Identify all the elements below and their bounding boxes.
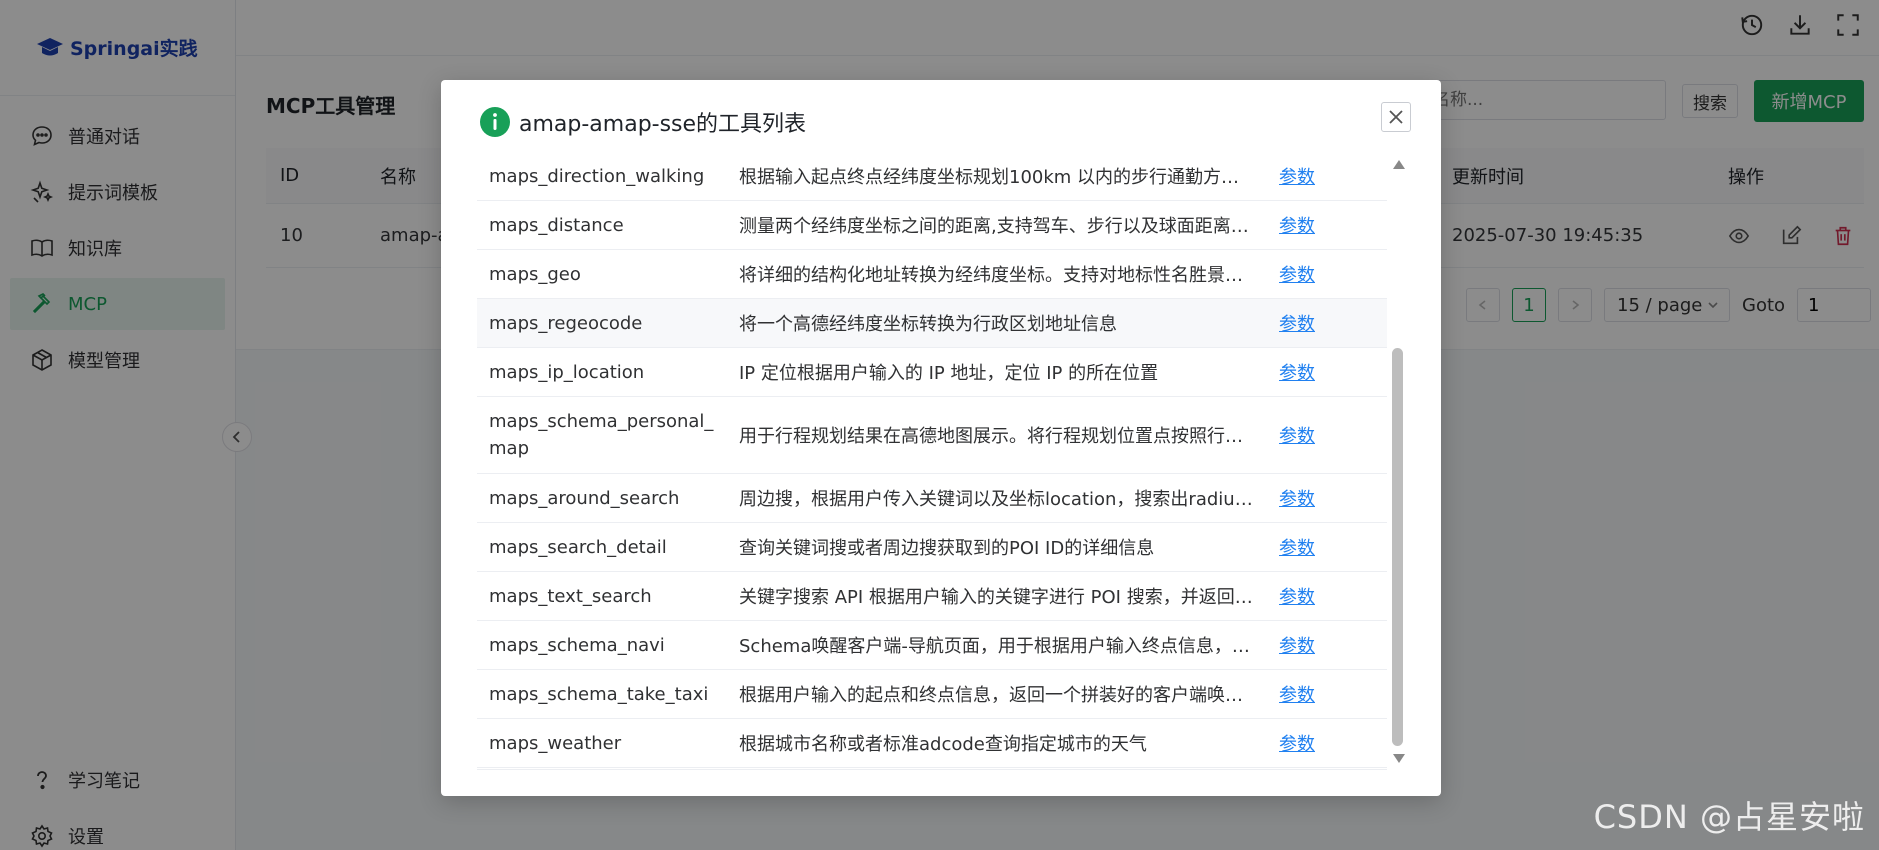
list-item: maps_text_search 关键字搜索 API 根据用户输入的关键字进行 … [477, 572, 1387, 621]
list-item: maps_around_search 周边搜，根据用户传入关键词以及坐标loca… [477, 474, 1387, 523]
tool-name: maps_distance [489, 214, 624, 236]
tool-params-link[interactable]: 参数 [1267, 310, 1315, 336]
list-item: maps_schema_take_taxi 根据用户输入的起点和终点信息，返回一… [477, 670, 1387, 719]
tool-name: maps_schema_personal_map [489, 411, 714, 459]
tool-name: maps_weather [489, 732, 622, 754]
tool-description: 查询关键词搜或者周边搜获取到的POI ID的详细信息 [739, 538, 1155, 559]
tool-params-link[interactable]: 参数 [1267, 583, 1315, 609]
tool-list-scrollbar[interactable] [1389, 152, 1407, 770]
tool-name: maps_text_search [489, 585, 652, 607]
info-icon [480, 107, 510, 137]
tools-modal: amap-amap-sse的工具列表 maps_direction_walkin… [441, 80, 1441, 796]
tool-name: maps_regeocode [489, 312, 643, 334]
tool-params-link[interactable]: 参数 [1267, 212, 1315, 238]
scrollbar-thumb[interactable] [1392, 348, 1403, 746]
tool-name: maps_geo [489, 263, 581, 285]
tool-description: 周边搜，根据用户传入关键词以及坐标location，搜索出radius... [739, 489, 1262, 510]
tool-params-link[interactable]: 参数 [1267, 534, 1315, 560]
list-item: maps_schema_personal_map 用于行程规划结果在高德地图展示… [477, 397, 1387, 474]
tool-name: maps_direction_walking [489, 165, 705, 187]
scroll-down-arrow-icon[interactable] [1393, 754, 1405, 763]
list-item: maps_search_detail 查询关键词搜或者周边搜获取到的POI ID… [477, 523, 1387, 572]
tool-description: 将一个高德经纬度坐标转换为行政区划地址信息 [739, 314, 1117, 335]
list-item: maps_geo 将详细的结构化地址转换为经纬度坐标。支持对地标性名胜景区...… [477, 250, 1387, 299]
tool-description: 根据用户输入的起点和终点信息，返回一个拼装好的客户端唤醒... [739, 685, 1261, 706]
tool-description: 用于行程规划结果在高德地图展示。将行程规划位置点按照行程... [739, 426, 1261, 447]
modal-header: amap-amap-sse的工具列表 [479, 102, 1441, 142]
tool-name: maps_schema_take_taxi [489, 683, 709, 705]
tool-name: maps_around_search [489, 487, 680, 509]
close-icon [1389, 110, 1403, 124]
tool-list: maps_direction_walking 根据输入起点终点经纬度坐标规划10… [477, 152, 1387, 770]
tool-description: 测量两个经纬度坐标之间的距离,支持驾车、步行以及球面距离测量 [739, 216, 1267, 237]
tool-description: 将详细的结构化地址转换为经纬度坐标。支持对地标性名胜景区... [739, 265, 1261, 286]
list-item: maps_direction_walking 根据输入起点终点经纬度坐标规划10… [477, 152, 1387, 201]
list-item: maps_ip_location IP 定位根据用户输入的 IP 地址，定位 I… [477, 348, 1387, 397]
tool-description: IP 定位根据用户输入的 IP 地址，定位 IP 的所在位置 [739, 363, 1159, 384]
tool-params-link[interactable]: 参数 [1267, 422, 1315, 448]
modal-title: amap-amap-sse的工具列表 [519, 112, 807, 137]
tool-name: maps_ip_location [489, 361, 645, 383]
tool-name: maps_search_detail [489, 536, 667, 558]
tool-description: 根据输入起点终点经纬度坐标规划100km 以内的步行通勤方案，... [739, 167, 1267, 188]
list-item: maps_weather 根据城市名称或者标准adcode查询指定城市的天气 参… [477, 719, 1387, 768]
tool-description: 关键字搜索 API 根据用户输入的关键字进行 POI 搜索，并返回相... [739, 587, 1267, 608]
tool-description: Schema唤醒客户端-导航页面，用于根据用户输入终点信息，返... [739, 636, 1267, 657]
modal-close-button[interactable] [1381, 102, 1411, 132]
tool-description: 根据城市名称或者标准adcode查询指定城市的天气 [739, 734, 1147, 755]
scroll-up-arrow-icon[interactable] [1393, 160, 1405, 169]
tool-params-link[interactable]: 参数 [1267, 681, 1315, 707]
list-item: maps_schema_navi Schema唤醒客户端-导航页面，用于根据用户… [477, 621, 1387, 670]
list-item: maps_regeocode 将一个高德经纬度坐标转换为行政区划地址信息 参数 [477, 299, 1387, 348]
tool-params-link[interactable]: 参数 [1267, 632, 1315, 658]
tool-params-link[interactable]: 参数 [1267, 730, 1315, 756]
tool-params-link[interactable]: 参数 [1267, 261, 1315, 287]
tool-params-link[interactable]: 参数 [1267, 163, 1315, 189]
tool-name: maps_schema_navi [489, 634, 665, 656]
tool-params-link[interactable]: 参数 [1267, 359, 1315, 385]
tool-params-link[interactable]: 参数 [1267, 485, 1315, 511]
list-item: maps_distance 测量两个经纬度坐标之间的距离,支持驾车、步行以及球面… [477, 201, 1387, 250]
watermark: CSDN @占星安啦 [1593, 798, 1865, 836]
